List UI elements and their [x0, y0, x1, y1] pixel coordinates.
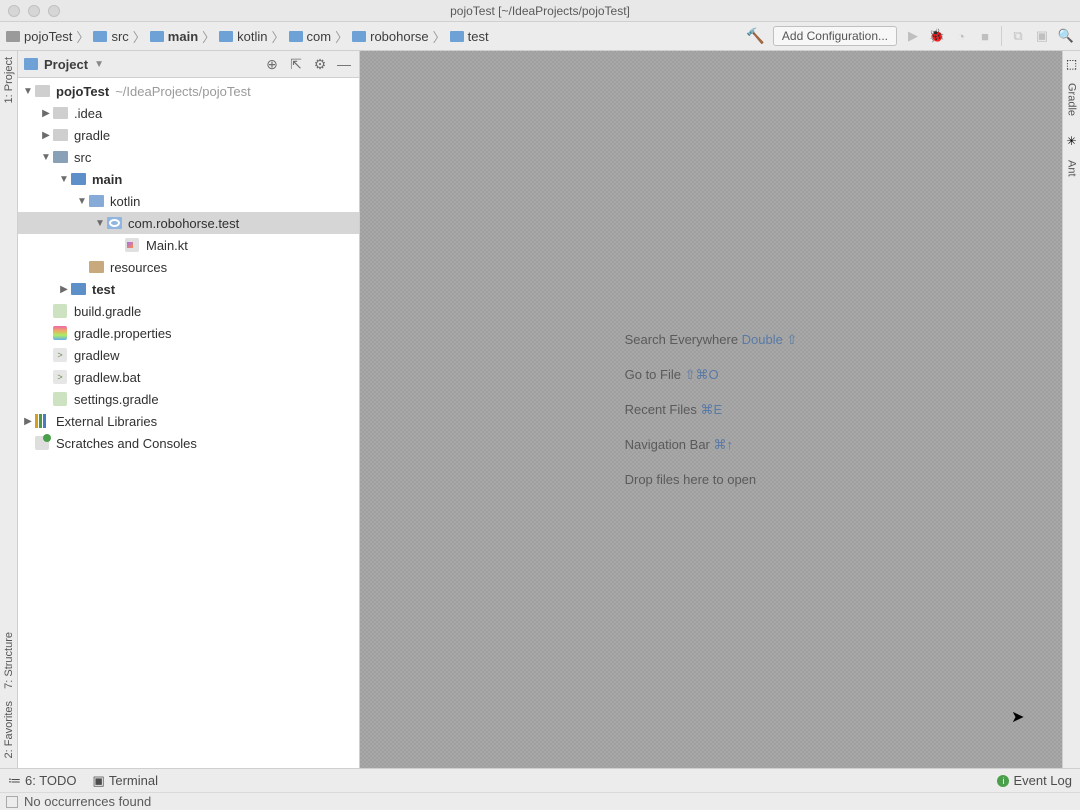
tree-node-package[interactable]: ▼com.robohorse.test: [18, 212, 359, 234]
ant-toolwindow-button[interactable]: Ant: [1066, 160, 1078, 177]
locate-icon[interactable]: ⊕: [263, 55, 281, 73]
gradle-toolwindow-button[interactable]: Gradle: [1066, 83, 1078, 116]
tree-node-gradlew[interactable]: ▶gradlew: [18, 344, 359, 366]
tree-node-main[interactable]: ▼main: [18, 168, 359, 190]
tree-node-settingsgradle[interactable]: ▶settings.gradle: [18, 388, 359, 410]
project-tree[interactable]: ▼pojoTest~/IdeaProjects/pojoTest ▶.idea …: [18, 78, 359, 768]
stop-icon[interactable]: ■: [977, 28, 993, 44]
hint-search-everywhere: Search Everywhere Double ⇧: [625, 331, 798, 348]
folder-icon: [352, 31, 366, 42]
folder-icon: [219, 31, 233, 42]
tree-node-test[interactable]: ▶test: [18, 278, 359, 300]
module-icon: [6, 31, 20, 42]
breadcrumb-label: test: [468, 29, 489, 44]
folder-icon: [150, 31, 164, 42]
project-view-title[interactable]: Project: [44, 57, 88, 72]
vcs-update-icon[interactable]: ⧉: [1010, 28, 1026, 44]
toolwindows-icon[interactable]: [6, 796, 18, 808]
tree-node-gradleproperties[interactable]: ▶gradle.properties: [18, 322, 359, 344]
breadcrumb-label: kotlin: [237, 29, 267, 44]
titlebar: pojoTest [~/IdeaProjects/pojoTest]: [0, 0, 1080, 22]
status-message: No occurrences found: [24, 794, 151, 809]
folder-icon: [289, 31, 303, 42]
hint-goto-file: Go to File ⇧⌘O: [625, 366, 798, 383]
project-toolwindow-button[interactable]: 1: Project: [3, 57, 15, 103]
event-log-button[interactable]: iEvent Log: [997, 773, 1072, 788]
bottom-toolwindow-stripe: ≔6: TODO ▣Terminal iEvent Log: [0, 768, 1080, 792]
debug-icon[interactable]: 🐞: [929, 28, 945, 44]
breadcrumb-item[interactable]: test: [450, 29, 489, 44]
tree-node-scratches[interactable]: ▶Scratches and Consoles: [18, 432, 359, 454]
gear-icon[interactable]: ⚙: [311, 55, 329, 73]
run-icon[interactable]: ▶: [905, 28, 921, 44]
breadcrumb-item[interactable]: kotlin〉: [219, 27, 284, 46]
coverage-icon[interactable]: ◔: [953, 28, 969, 44]
editor-empty-state[interactable]: Search Everywhere Double ⇧ Go to File ⇧⌘…: [360, 51, 1062, 768]
breadcrumbs: pojoTest〉 src〉 main〉 kotlin〉 com〉 roboho…: [6, 27, 746, 46]
hint-navigation-bar: Navigation Bar ⌘↑: [625, 436, 798, 453]
terminal-toolwindow-button[interactable]: ▣Terminal: [93, 773, 158, 789]
gradle-icon: ⬚: [1066, 57, 1077, 71]
breadcrumb-label: pojoTest: [24, 29, 72, 44]
tree-node-idea[interactable]: ▶.idea: [18, 102, 359, 124]
todo-toolwindow-button[interactable]: ≔6: TODO: [8, 773, 77, 789]
tree-node-buildgradle[interactable]: ▶build.gradle: [18, 300, 359, 322]
breadcrumb-label: com: [307, 29, 332, 44]
search-everywhere-icon[interactable]: 🔍: [1058, 28, 1074, 44]
favorites-toolwindow-button[interactable]: 2: Favorites: [3, 701, 15, 758]
project-view-icon: [24, 58, 38, 70]
breadcrumb-item[interactable]: robohorse〉: [352, 27, 446, 46]
tree-node-src[interactable]: ▼src: [18, 146, 359, 168]
breadcrumb-label: robohorse: [370, 29, 429, 44]
project-panel-header: Project ▼ ⊕ ⇱ ⚙ —: [18, 51, 359, 78]
tree-node-external-libraries[interactable]: ▶External Libraries: [18, 410, 359, 432]
tree-node-mainkt[interactable]: ▶Main.kt: [18, 234, 359, 256]
tree-node-gradle-dir[interactable]: ▶gradle: [18, 124, 359, 146]
breadcrumb-label: main: [168, 29, 198, 44]
breadcrumb-item[interactable]: com〉: [289, 27, 349, 46]
chevron-down-icon[interactable]: ▼: [94, 59, 104, 70]
build-icon[interactable]: 🔨: [746, 27, 765, 45]
tree-node-kotlin[interactable]: ▼kotlin: [18, 190, 359, 212]
breadcrumb-label: src: [111, 29, 128, 44]
editor-hints: Search Everywhere Double ⇧ Go to File ⇧⌘…: [625, 331, 798, 488]
right-toolwindow-stripe: ⬚ Gradle ✳ Ant: [1062, 51, 1080, 768]
hint-recent-files: Recent Files ⌘E: [625, 401, 798, 418]
tree-node-project-root[interactable]: ▼pojoTest~/IdeaProjects/pojoTest: [18, 80, 359, 102]
status-bar: No occurrences found: [0, 792, 1080, 810]
run-config-selector[interactable]: Add Configuration...: [773, 26, 897, 46]
tool-icon[interactable]: ▣: [1034, 28, 1050, 44]
folder-icon: [93, 31, 107, 42]
folder-icon: [450, 31, 464, 42]
ant-icon: ✳: [1066, 134, 1076, 148]
tree-node-resources[interactable]: ▶resources: [18, 256, 359, 278]
project-tool-window: Project ▼ ⊕ ⇱ ⚙ — ▼pojoTest~/IdeaProject…: [18, 51, 360, 768]
navigation-bar: pojoTest〉 src〉 main〉 kotlin〉 com〉 roboho…: [0, 22, 1080, 51]
hint-drop-files: Drop files here to open: [625, 471, 798, 488]
separator: [1001, 26, 1002, 46]
breadcrumb-item[interactable]: pojoTest〉: [6, 27, 89, 46]
left-toolwindow-stripe: 1: Project 7: Structure 2: Favorites: [0, 51, 18, 768]
breadcrumb-item[interactable]: main〉: [150, 27, 215, 46]
breadcrumb-item[interactable]: src〉: [93, 27, 145, 46]
structure-toolwindow-button[interactable]: 7: Structure: [3, 632, 15, 689]
hide-icon[interactable]: —: [335, 55, 353, 73]
window-title: pojoTest [~/IdeaProjects/pojoTest]: [0, 4, 1080, 18]
collapse-all-icon[interactable]: ⇱: [287, 55, 305, 73]
cursor-icon: ➤: [1011, 707, 1024, 727]
tree-node-gradlewbat[interactable]: ▶gradlew.bat: [18, 366, 359, 388]
